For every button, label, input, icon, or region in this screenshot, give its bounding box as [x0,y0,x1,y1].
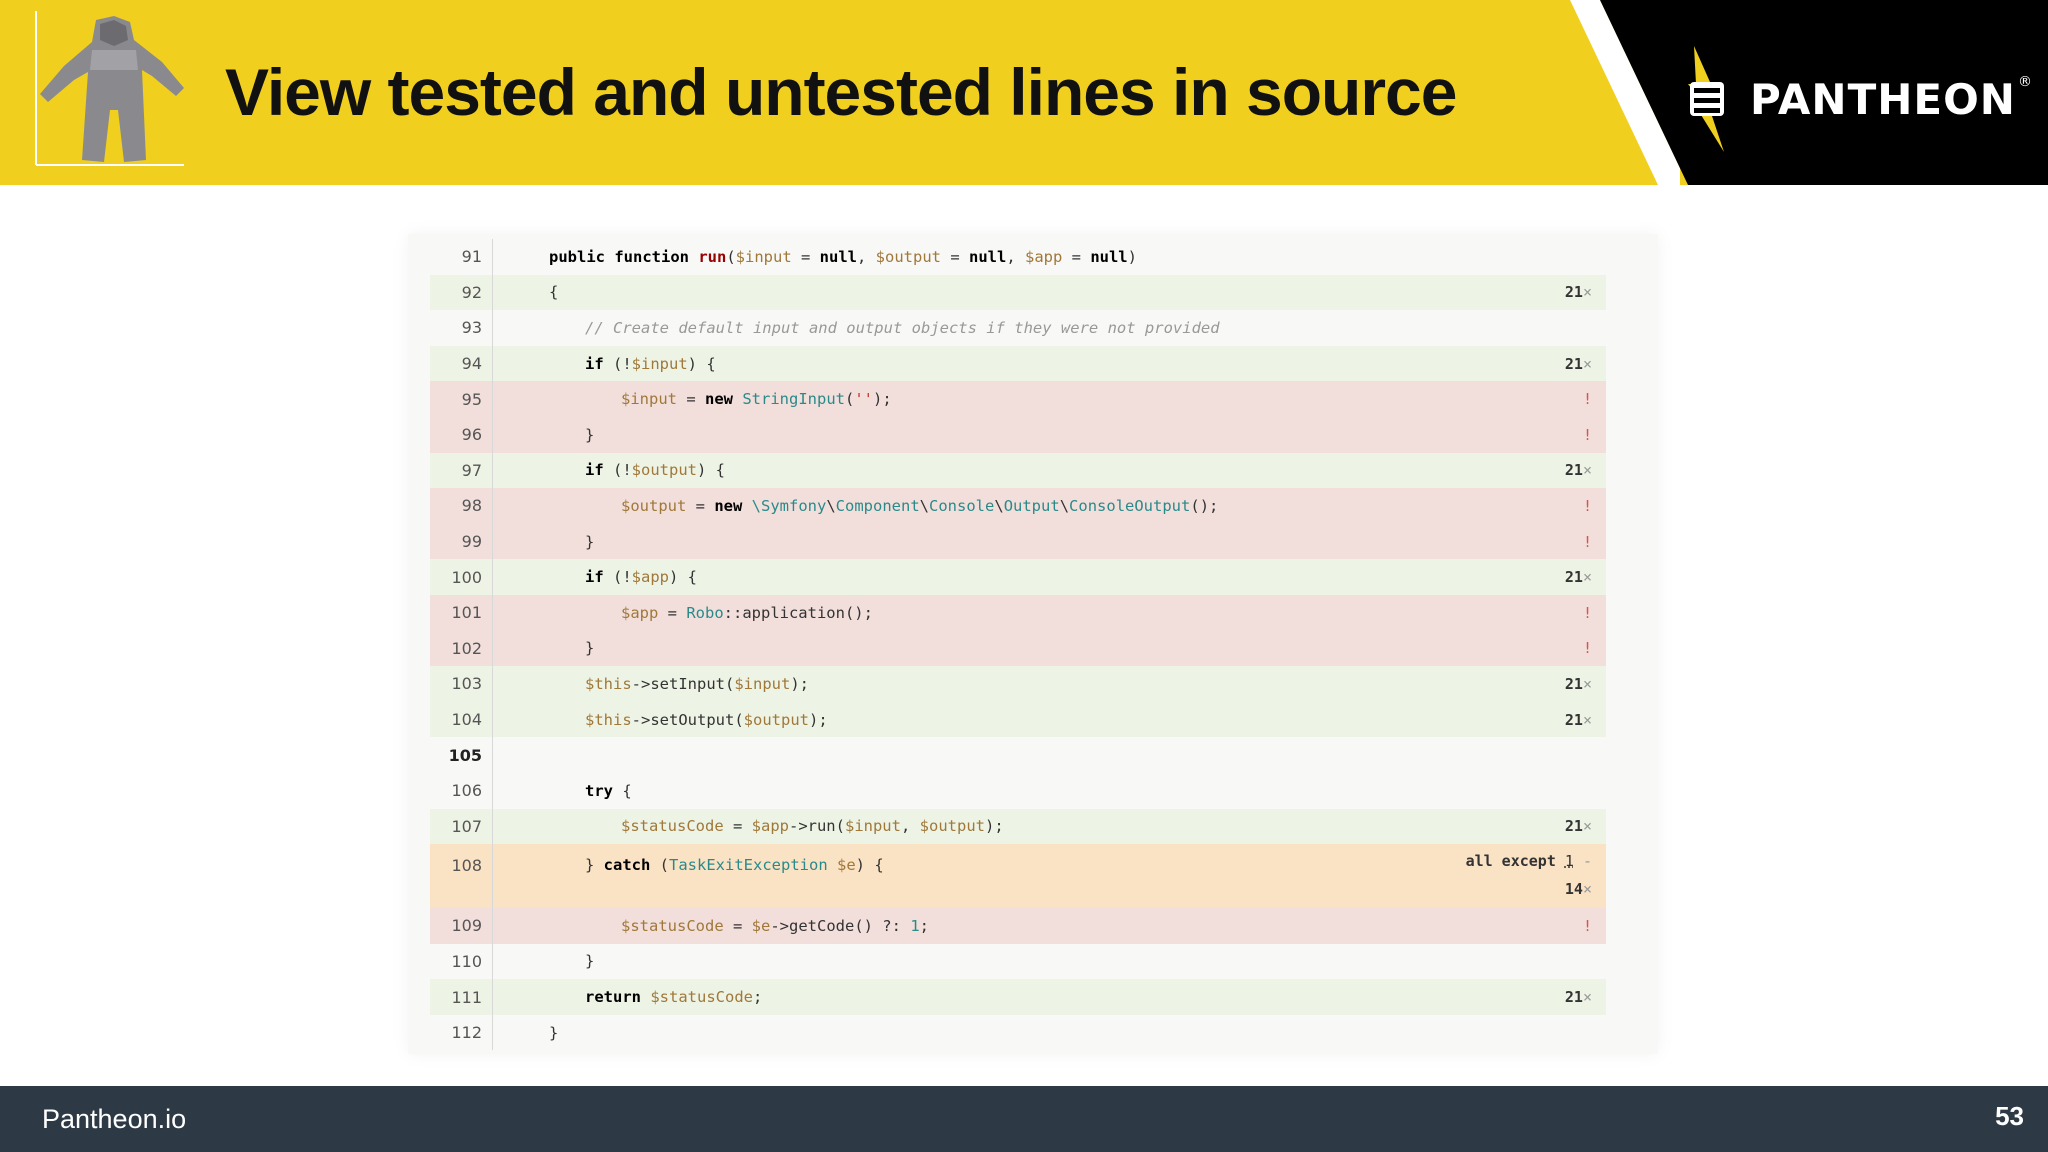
code-text: } [585,532,595,551]
code-line-97: 97 if (!$output) { 21× [430,452,1606,489]
line-number: 98 [430,488,493,524]
code-line-94: 94 if (!$input) { 21× [430,345,1606,382]
line-number: 100 [430,559,493,595]
code-line-92: 92 { 21× [430,274,1606,311]
code-text: if (!$output) { [585,461,725,480]
footer-site-link[interactable]: Pantheon.io [42,1104,186,1135]
astronaut-suit-icon [35,11,184,166]
untested-marker: ! [1582,532,1592,551]
code-text: return $statusCode; [585,988,763,1007]
line-number: 99 [430,523,493,560]
code-line-102: 102 } ! [430,630,1606,667]
code-line-100: 100 if (!$app) { 21× [430,559,1606,595]
code-text: $app = Robo::application(); [621,603,873,622]
logo-wordmark: PANTHEON [1750,74,2016,124]
code-text: } [549,1023,559,1042]
code-line-105: 105 [430,737,1606,773]
untested-marker: ! [1582,496,1592,515]
code-text: if (!$input) { [585,354,716,373]
code-line-93: 93 // Create default input and output ob… [430,310,1606,346]
code-line-103: 103 $this->setInput($input); 21× [430,666,1606,702]
untested-marker: ! [1582,390,1592,409]
line-number: 96 [430,416,493,453]
untested-marker: ! [1582,639,1592,658]
code-line-109: 109 $statusCode = $e->getCode() ?: 1; ! [430,908,1606,944]
code-line-95: 95 $input = new StringInput(''); ! [430,381,1606,417]
code-text: } [585,952,595,971]
code-text: { [549,283,559,302]
line-number: 103 [430,666,493,702]
hit-count: 21× [1564,817,1592,836]
code-text: } catch (TaskExitException $e) { [585,856,884,875]
line-number: 97 [430,452,493,489]
untested-marker: ! [1582,425,1592,444]
hit-count: 21× [1564,283,1592,302]
line-number: 93 [430,310,493,346]
hit-count: 21× [1564,988,1592,1007]
line-number: 92 [430,274,493,311]
code-coverage-panel: 91 public function run($input = null, $o… [408,234,1658,1054]
line-number: 110 [430,943,493,980]
code-line-98: 98 $output = new \Symfony\Component\Cons… [430,488,1606,524]
line-number: 91 [430,239,493,275]
slide-footer: Pantheon.io 53 [0,1086,2048,1152]
code-text: } [585,639,595,658]
partial-coverage-label[interactable]: all except 1 - [1466,852,1592,870]
line-number: 94 [430,345,493,382]
code-line-110: 110 } [430,943,1606,980]
untested-marker: ! [1582,916,1592,935]
registered-mark: ® [2017,74,2032,90]
code-line-101: 101 $app = Robo::application(); ! [430,594,1606,631]
slide-title: View tested and untested lines in source [225,55,1457,129]
code-text: } [585,425,595,444]
hit-count: 21× [1564,568,1592,587]
line-number: 112 [430,1014,493,1051]
line-number: 106 [430,772,493,809]
line-number: 107 [430,808,493,845]
code-coverage-table: 91 public function run($input = null, $o… [430,239,1606,1051]
line-number: 104 [430,701,493,738]
code-text: $input = new StringInput(''); [621,390,892,409]
code-text: if (!$app) { [585,568,697,587]
code-text: $this->setOutput($output); [585,710,828,729]
hit-count: 21× [1564,461,1592,480]
untested-marker: ! [1582,603,1592,622]
code-line-104: 104 $this->setOutput($output); 21× [430,701,1606,738]
pantheon-logo: PANTHEON ® [1680,44,2032,154]
code-line-91: 91 public function run($input = null, $o… [430,239,1606,275]
code-line-111: 111 return $statusCode; 21× [430,979,1606,1015]
code-text: public function run($input = null, $outp… [549,247,1137,266]
code-line-99: 99 } ! [430,523,1606,560]
code-text: $statusCode = $app->run($input, $output)… [621,817,1004,836]
code-line-106: 106 try { [430,772,1606,809]
hit-count: 21× [1564,674,1592,693]
code-line-96: 96 } ! [430,416,1606,453]
line-number: 111 [430,979,493,1015]
line-number: 95 [430,381,493,417]
code-text: try { [585,781,632,800]
pantheon-fist-bolt-icon [1688,46,1724,152]
line-number: 109 [430,908,493,944]
hit-count: 14× [1564,880,1592,899]
line-number: 102 [430,630,493,667]
code-text: $statusCode = $e->getCode() ?: 1; [621,916,929,935]
hit-count: 21× [1564,710,1592,729]
code-text: $output = new \Symfony\Component\Console… [621,496,1219,515]
code-comment: // Create default input and output objec… [585,318,1220,337]
code-line-108: 108 } catch (TaskExitException $e) { all… [430,844,1606,921]
hit-count: 21× [1564,354,1592,373]
code-line-112: 112 } [430,1014,1606,1051]
line-number: 101 [430,594,493,631]
slide-header: View tested and untested lines in source… [0,0,2048,185]
code-line-107: 107 $statusCode = $app->run($input, $out… [430,808,1606,845]
line-number: 105 [430,737,493,773]
slide-page-number: 53 [1995,1101,2024,1131]
code-text: $this->setInput($input); [585,674,809,693]
